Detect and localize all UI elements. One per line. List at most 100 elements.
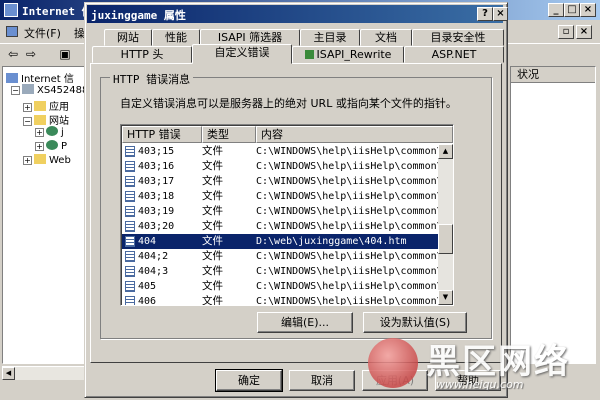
tree-node-site-j[interactable]: + j	[35, 126, 64, 138]
table-row[interactable]: 403;15 文件 C:\WINDOWS\help\iisHelp\common\4…	[122, 144, 442, 159]
content-cell: C:\WINDOWS\help\iisHelp\common\406.h	[256, 296, 442, 306]
error-code-cell: 403;20	[138, 221, 175, 232]
table-row[interactable]: 404 文件 D:\web\juxinggame\404.htm	[122, 234, 438, 249]
iis-window-title: Internet 信	[22, 5, 93, 18]
collapse-icon[interactable]: −	[23, 117, 32, 126]
content-cell: C:\WINDOWS\help\iisHelp\common\403-...	[256, 221, 442, 232]
tree-view[interactable]: Internet 信 − XS452488 + 应用 − 网站 + j + P + Web	[2, 66, 86, 364]
help-icon[interactable]: ?	[477, 7, 493, 21]
content-cell: D:\web\juxinggame\404.htm	[256, 236, 407, 247]
set-default-button[interactable]: 设为默认值(S)	[363, 312, 467, 333]
type-cell: 文件	[202, 295, 223, 306]
scroll-up-icon[interactable]: ▲	[438, 144, 453, 159]
tab-documents[interactable]: 文档	[360, 29, 412, 46]
error-code-cell: 405	[138, 281, 157, 292]
app-icon	[4, 3, 18, 17]
minimize-button[interactable]: _	[548, 3, 564, 17]
scroll-thumb[interactable]	[438, 224, 453, 254]
tab-website[interactable]: 网站	[104, 29, 152, 46]
tab-http-headers[interactable]: HTTP 头	[92, 46, 192, 63]
tree-node-root[interactable]: Internet 信	[6, 70, 74, 85]
tab-custom-errors[interactable]: 自定义错误	[192, 44, 292, 64]
table-row[interactable]: 403;18 文件 C:\WINDOWS\help\iisHelp\common\4…	[122, 189, 442, 204]
forward-icon[interactable]: ⇨	[22, 46, 40, 62]
expand-icon[interactable]: +	[23, 103, 32, 112]
window-icon	[6, 26, 18, 37]
folder-icon	[34, 115, 46, 125]
error-code-cell: 403;17	[138, 176, 175, 187]
tab-directory-security[interactable]: 目录安全性	[412, 29, 504, 46]
file-icon	[125, 296, 135, 305]
col-header-http-error[interactable]: HTTP 错误	[122, 126, 202, 143]
ok-button[interactable]: 确定	[215, 369, 283, 392]
table-row[interactable]: 406 文件 C:\WINDOWS\help\iisHelp\common\406.…	[122, 294, 442, 306]
menu-file[interactable]: 文件(F)	[24, 25, 61, 41]
expand-icon[interactable]: +	[35, 128, 44, 137]
type-cell: 文件	[202, 265, 223, 277]
tab-isapi-rewrite[interactable]: ISAPI_Rewrite	[292, 46, 404, 63]
globe-icon	[46, 140, 58, 150]
scroll-down-icon[interactable]: ▼	[438, 290, 453, 305]
col-header-content[interactable]: 内容	[256, 126, 453, 143]
apply-button[interactable]: 应用(A)	[362, 370, 428, 391]
table-row[interactable]: 404;3 文件 C:\WINDOWS\help\iisHelp\common\40…	[122, 264, 442, 279]
col-header-type[interactable]: 类型	[202, 126, 256, 143]
table-row[interactable]: 403;16 文件 C:\WINDOWS\help\iisHelp\common\4…	[122, 159, 442, 174]
maximize-button[interactable]: □	[564, 3, 580, 17]
type-cell: 文件	[202, 280, 223, 292]
tree-node-apppools[interactable]: + 应用	[23, 98, 69, 113]
tree-node-site-p[interactable]: + P	[35, 140, 67, 152]
error-code-cell: 403;15	[138, 146, 175, 157]
file-icon	[125, 221, 135, 232]
tree-horizontal-scrollbar[interactable]: ◀	[2, 366, 86, 380]
rewrite-icon	[304, 50, 314, 59]
type-cell: 文件	[202, 205, 223, 217]
error-code-cell: 406	[138, 296, 157, 306]
table-row[interactable]: 403;19 文件 C:\WINDOWS\help\iisHelp\common\4…	[122, 204, 442, 219]
globe-icon	[46, 126, 58, 136]
tree-node-server[interactable]: − XS452488	[11, 84, 85, 96]
child-close-button[interactable]: ×	[576, 25, 592, 39]
collapse-icon[interactable]: −	[11, 86, 20, 95]
table-row[interactable]: 404;2 文件 C:\WINDOWS\help\iisHelp\common\40…	[122, 249, 442, 264]
error-code-cell: 403;19	[138, 206, 175, 217]
type-cell: 文件	[202, 220, 223, 232]
dialog-title-bar: juxinggame 属性 ? ×	[87, 5, 508, 23]
tab-aspnet[interactable]: ASP.NET	[404, 46, 504, 63]
file-icon	[125, 146, 135, 157]
expand-icon[interactable]: +	[35, 142, 44, 151]
description-text: 自定义错误消息可以是服务器上的绝对 URL 或指向某个文件的指针。	[120, 97, 457, 110]
help-button[interactable]: 帮助	[435, 370, 501, 391]
content-cell: C:\WINDOWS\help\iisHelp\common\403-...	[256, 146, 442, 157]
content-cell: C:\WINDOWS\help\iisHelp\common\403-...	[256, 161, 442, 172]
content-cell: C:\WINDOWS\help\iisHelp\common\403.h	[256, 191, 442, 202]
table-row[interactable]: 403;20 文件 C:\WINDOWS\help\iisHelp\common\4…	[122, 219, 442, 234]
computer-icon	[6, 73, 18, 83]
expand-icon[interactable]: +	[23, 156, 32, 165]
table-row[interactable]: 403;17 文件 C:\WINDOWS\help\iisHelp\common\4…	[122, 174, 442, 189]
file-icon	[125, 176, 135, 187]
http-errors-list[interactable]: HTTP 错误 类型 内容 403;15 文件 C:\WINDOWS\help\ii…	[120, 124, 454, 306]
close-window-button[interactable]: ×	[580, 3, 596, 17]
type-cell: 文件	[202, 160, 223, 172]
error-code-cell: 404;2	[138, 251, 169, 262]
tree-node-websites[interactable]: − 网站	[23, 112, 69, 127]
dialog-title: juxinggame 属性	[91, 9, 186, 22]
scroll-left-icon[interactable]: ◀	[2, 367, 15, 380]
tab-home-directory[interactable]: 主目录	[300, 29, 360, 46]
table-row[interactable]: 405 文件 C:\WINDOWS\help\iisHelp\common\405.…	[122, 279, 442, 294]
error-code-cell: 404;3	[138, 266, 169, 277]
tree-node-web-extensions[interactable]: + Web	[23, 154, 71, 166]
up-folder-icon[interactable]: ▣	[56, 46, 74, 62]
child-restore-button[interactable]: ▫	[558, 25, 574, 39]
folder-icon	[34, 101, 46, 111]
type-cell: 文件	[202, 235, 223, 247]
edit-button[interactable]: 编辑(E)...	[257, 312, 353, 333]
cancel-button[interactable]: 取消	[289, 370, 355, 391]
back-icon[interactable]: ⇦	[4, 46, 22, 62]
dialog-close-button[interactable]: ×	[493, 7, 508, 21]
status-column-header[interactable]: 状况	[511, 67, 595, 83]
content-cell: C:\WINDOWS\help\iisHelp\common\405.h	[256, 281, 442, 292]
list-vertical-scrollbar[interactable]: ▲ ▼	[438, 144, 453, 305]
file-icon	[125, 206, 135, 217]
